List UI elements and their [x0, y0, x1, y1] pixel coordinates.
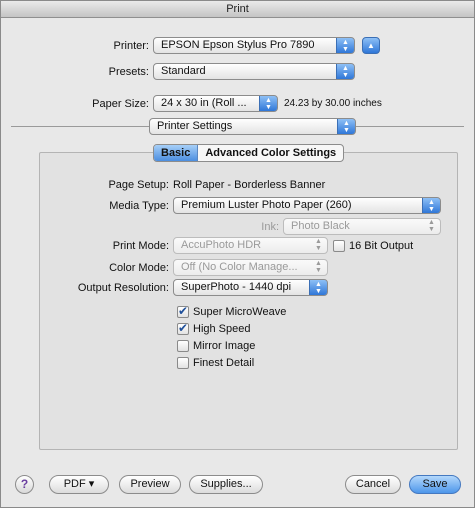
ink-label: Ink: [261, 220, 279, 233]
page-setup-row: Page Setup: Roll Paper - Borderless Bann… [1, 179, 325, 191]
printer-popup[interactable]: EPSON Epson Stylus Pro 7890 ▲ ▼ [153, 37, 355, 54]
checkbox[interactable] [177, 304, 189, 318]
media-type-row: Media Type: Premium Luster Photo Paper (… [1, 197, 441, 214]
output-resolution-value: SuperPhoto - 1440 dpi [181, 281, 292, 293]
checkbox[interactable] [177, 357, 189, 369]
paper-size-row: Paper Size: 24 x 30 in (Roll ... ▲ ▼ 24.2… [1, 95, 382, 112]
media-type-popup[interactable]: Premium Luster Photo Paper (260) ▲ ▼ [173, 197, 441, 214]
panel-row: Printer Settings ▲ ▼ [149, 118, 356, 135]
printer-row: Printer: EPSON Epson Stylus Pro 7890 ▲ ▼ … [1, 37, 380, 54]
option-mirror-image[interactable]: Mirror Image [177, 340, 255, 352]
print-dialog: Print Printer: EPSON Epson Stylus Pro 78… [0, 0, 475, 508]
tab-control: Basic Advanced Color Settings [153, 144, 345, 162]
checkbox[interactable] [177, 340, 189, 352]
popup-arrows-icon: ▲ ▼ [428, 219, 435, 233]
output-resolution-popup[interactable]: SuperPhoto - 1440 dpi ▲ ▼ [173, 279, 328, 296]
presets-row: Presets: Standard ▲ ▼ [1, 63, 355, 80]
16-bit-output-checkbox[interactable] [333, 239, 345, 252]
ink-row: Ink: Photo Black ▲ ▼ [1, 218, 441, 235]
paper-size-value: 24 x 30 in (Roll ... [161, 97, 247, 109]
output-resolution-row: Output Resolution: SuperPhoto - 1440 dpi… [1, 279, 328, 296]
presets-value: Standard [161, 65, 206, 77]
popup-arrows-icon: ▲ ▼ [259, 96, 277, 111]
output-resolution-label: Output Resolution: [77, 281, 169, 294]
popup-arrows-icon: ▲ ▼ [336, 38, 354, 53]
popup-arrows-icon: ▲ ▼ [337, 119, 355, 134]
16-bit-output-label: 16 Bit Output [349, 239, 414, 252]
option-finest-detail[interactable]: Finest Detail [177, 357, 254, 369]
color-mode-value: Off (No Color Manage... [181, 261, 298, 273]
presets-popup[interactable]: Standard ▲ ▼ [153, 63, 355, 80]
popup-arrows-icon: ▲ ▼ [336, 64, 354, 79]
printer-label: Printer: [113, 39, 149, 52]
media-type-value: Premium Luster Photo Paper (260) [181, 199, 352, 211]
paper-size-popup[interactable]: 24 x 30 in (Roll ... ▲ ▼ [153, 95, 278, 112]
paper-size-label: Paper Size: [92, 97, 149, 110]
print-mode-popup[interactable]: AccuPhoto HDR ▲ ▼ [173, 237, 328, 254]
print-mode-label: Print Mode: [112, 239, 169, 252]
color-mode-popup[interactable]: Off (No Color Manage... ▲ ▼ [173, 259, 328, 276]
popup-arrows-icon: ▲ ▼ [309, 280, 327, 295]
print-mode-row: Print Mode: AccuPhoto HDR ▲ ▼ 16 Bit Outp… [1, 237, 413, 254]
option-super-microweave[interactable]: Super MicroWeave [177, 304, 287, 318]
supplies-button[interactable]: Supplies... [189, 475, 263, 494]
option-high-speed[interactable]: High Speed [177, 321, 251, 335]
color-mode-label: Color Mode: [109, 261, 169, 274]
panel-popup[interactable]: Printer Settings ▲ ▼ [149, 118, 356, 135]
print-mode-value: AccuPhoto HDR [181, 239, 262, 251]
tab-advanced-color-settings[interactable]: Advanced Color Settings [198, 145, 343, 161]
color-mode-row: Color Mode: Off (No Color Manage... ▲ ▼ [1, 259, 328, 276]
window-title: Print [1, 1, 474, 18]
page-setup-value: Roll Paper - Borderless Banner [173, 179, 326, 191]
popup-arrows-icon: ▲ ▼ [422, 198, 440, 213]
printer-value: EPSON Epson Stylus Pro 7890 [161, 39, 315, 51]
pdf-menu-button[interactable]: PDF ▾ [49, 475, 109, 494]
presets-label: Presets: [108, 65, 149, 78]
paper-dimensions: 24.23 by 30.00 inches [284, 98, 382, 109]
popup-arrows-icon: ▲ ▼ [315, 260, 322, 274]
media-type-label: Media Type: [109, 199, 169, 212]
cancel-button[interactable]: Cancel [345, 475, 401, 494]
ink-popup[interactable]: Photo Black ▲ ▼ [283, 218, 441, 235]
page-setup-label: Page Setup: [108, 179, 169, 191]
disclosure-triangle-icon[interactable]: ▲ [362, 37, 380, 54]
save-button[interactable]: Save [409, 475, 461, 494]
checkbox[interactable] [177, 321, 189, 335]
option-label: Finest Detail [193, 357, 255, 369]
option-label: Super MicroWeave [193, 306, 287, 318]
popup-arrows-icon: ▲ ▼ [315, 238, 322, 252]
preview-button[interactable]: Preview [119, 475, 181, 494]
option-label: Mirror Image [193, 340, 256, 352]
tab-basic[interactable]: Basic [154, 145, 199, 161]
ink-value: Photo Black [291, 220, 350, 232]
panel-value: Printer Settings [157, 120, 233, 132]
help-button[interactable]: ? [15, 475, 34, 494]
option-label: High Speed [193, 323, 251, 335]
